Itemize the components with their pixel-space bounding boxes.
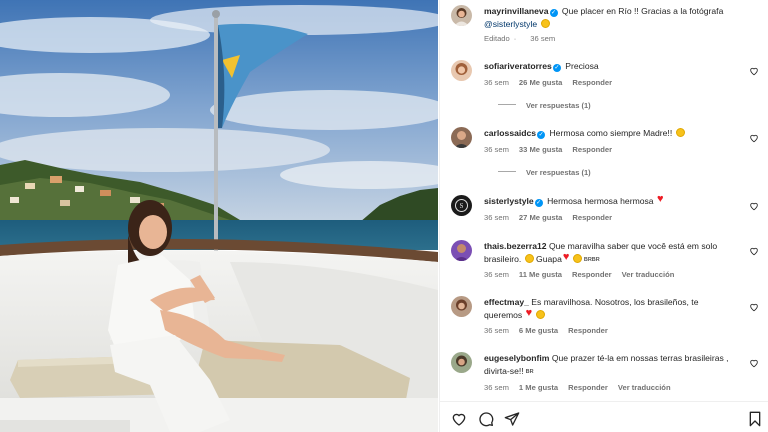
reply-button[interactable]: Responder: [572, 270, 612, 279]
comment-text-line2: brasileiro.: [484, 253, 522, 264]
smiling-face-with-heart-eyes-icon: [572, 253, 582, 263]
smiling-face-with-heart-eyes-icon: [675, 128, 685, 137]
bookmark-icon[interactable]: [747, 411, 763, 427]
comment-text: Es maravilhosa. Nosotros, los brasileños…: [531, 297, 699, 307]
grinning-face-icon: [524, 253, 534, 263]
commenter-avatar[interactable]: [451, 60, 472, 81]
likes-count[interactable]: 11 Me gusta: [519, 270, 562, 279]
commenter-avatar[interactable]: [451, 240, 472, 261]
likes-count[interactable]: 27 Me gusta: [519, 213, 562, 222]
heart-outline-icon[interactable]: [749, 201, 759, 211]
reply-button[interactable]: Responder: [568, 326, 608, 335]
comment-text: Que prazer té-la em nossas terras brasil…: [551, 353, 729, 363]
caption-meta: Editado · 36 sem: [484, 34, 556, 43]
post-photo[interactable]: [0, 0, 438, 432]
red-heart-icon: [657, 193, 666, 206]
verified-badge-icon: ✓: [549, 9, 558, 17]
likes-count[interactable]: 33 Me gusta: [519, 145, 562, 154]
comment-meta: 36 sem 11 Me gusta Responder Ver traducción: [484, 270, 684, 279]
paper-plane-icon[interactable]: [504, 411, 520, 427]
comment-username[interactable]: carlossaidcs: [484, 128, 536, 138]
comment-text-line2: divirta-se!!: [484, 365, 524, 376]
comment-text: Que maravilha saber que você está em sol…: [548, 241, 718, 251]
author-avatar[interactable]: [451, 5, 472, 26]
comment-meta: 36 sem 6 Me gusta Responder: [484, 326, 618, 335]
view-replies-button[interactable]: Ver respuestas (1): [498, 168, 591, 177]
comment-age[interactable]: 36 sem: [484, 78, 509, 87]
comment-meta: 36 sem 27 Me gusta Responder: [484, 213, 622, 222]
caption-text: Que placer en Río !! Gracias a la fotógr…: [561, 6, 724, 16]
comment-age[interactable]: 36 sem: [484, 145, 509, 154]
heart-outline-icon[interactable]: [749, 302, 759, 312]
caption-mention[interactable]: @sisterlystyle: [484, 19, 537, 29]
author-username[interactable]: mayrinvillaneva: [484, 6, 549, 16]
view-replies-button[interactable]: Ver respuestas (1): [498, 101, 591, 110]
commenter-avatar[interactable]: [451, 296, 472, 317]
likes-count[interactable]: 26 Me gusta: [519, 78, 562, 87]
see-translation-button[interactable]: Ver traducción: [622, 270, 675, 279]
comment-meta: 36 sem 26 Me gusta Responder: [484, 78, 622, 87]
commenter-avatar[interactable]: S: [451, 195, 472, 216]
reply-button[interactable]: Responder: [572, 213, 612, 222]
commenter-avatar[interactable]: [451, 127, 472, 148]
comment-meta: 36 sem 1 Me gusta Responder Ver traducción: [484, 383, 681, 392]
reply-button[interactable]: Responder: [572, 78, 612, 87]
commenter-avatar[interactable]: [451, 352, 472, 373]
comment-username[interactable]: thais.bezerra12: [484, 241, 547, 251]
comment-text: Preciosa: [565, 61, 599, 71]
red-heart-icon: [526, 307, 535, 320]
post-action-bar: [440, 401, 768, 432]
comment-age[interactable]: 36 sem: [484, 326, 509, 335]
comment-age[interactable]: 36 sem: [484, 213, 509, 222]
comment-username[interactable]: sisterlystyle: [484, 196, 534, 206]
comment-text: Hermosa hermosa hermosa: [547, 196, 654, 206]
red-heart-icon: [563, 251, 572, 264]
see-translation-button[interactable]: Ver traducción: [618, 383, 671, 392]
comment-meta: 36 sem 33 Me gusta Responder: [484, 145, 622, 154]
likes-count[interactable]: 1 Me gusta: [519, 383, 558, 392]
verified-badge-icon: ✓: [534, 199, 543, 207]
smiling-face-with-heart-eyes-icon: [535, 309, 545, 319]
heart-outline-icon[interactable]: [749, 358, 759, 368]
likes-count[interactable]: 6 Me gusta: [519, 326, 558, 335]
grinning-face-icon: [540, 18, 550, 28]
reply-button[interactable]: Responder: [572, 145, 612, 154]
comment-username[interactable]: eugeselybonfim: [484, 353, 549, 363]
comments-panel: mayrinvillaneva ✓ Que placer en Río !! Gr…: [439, 0, 768, 432]
comment-age[interactable]: 36 sem: [484, 270, 509, 279]
comment-text-line3: Guapa: [536, 253, 562, 264]
svg-text:S: S: [460, 202, 464, 210]
comment-username[interactable]: effectmay_: [484, 297, 529, 307]
heart-outline-icon[interactable]: [749, 66, 759, 76]
flag-brazil-icon: BR: [525, 368, 534, 375]
verified-badge-icon: ✓: [537, 131, 546, 139]
comment-text: Hermosa como siempre Madre!!: [549, 128, 673, 138]
reply-button[interactable]: Responder: [568, 383, 608, 392]
comment-username[interactable]: sofiariveratorres: [484, 61, 552, 71]
boat-photo-illustration: [0, 0, 438, 432]
heart-outline-icon[interactable]: [749, 246, 759, 256]
edited-label: Editado: [484, 34, 510, 43]
comment-bubble-icon[interactable]: [478, 411, 494, 427]
heart-outline-icon[interactable]: [749, 133, 759, 143]
comment-text-line2: queremos: [484, 309, 523, 320]
heart-outline-icon[interactable]: [451, 411, 467, 427]
verified-badge-icon: ✓: [552, 64, 561, 72]
caption-age[interactable]: 36 sem: [530, 34, 555, 43]
flag-brazil-icon: BRBR: [583, 256, 600, 263]
comment-age[interactable]: 36 sem: [484, 383, 509, 392]
